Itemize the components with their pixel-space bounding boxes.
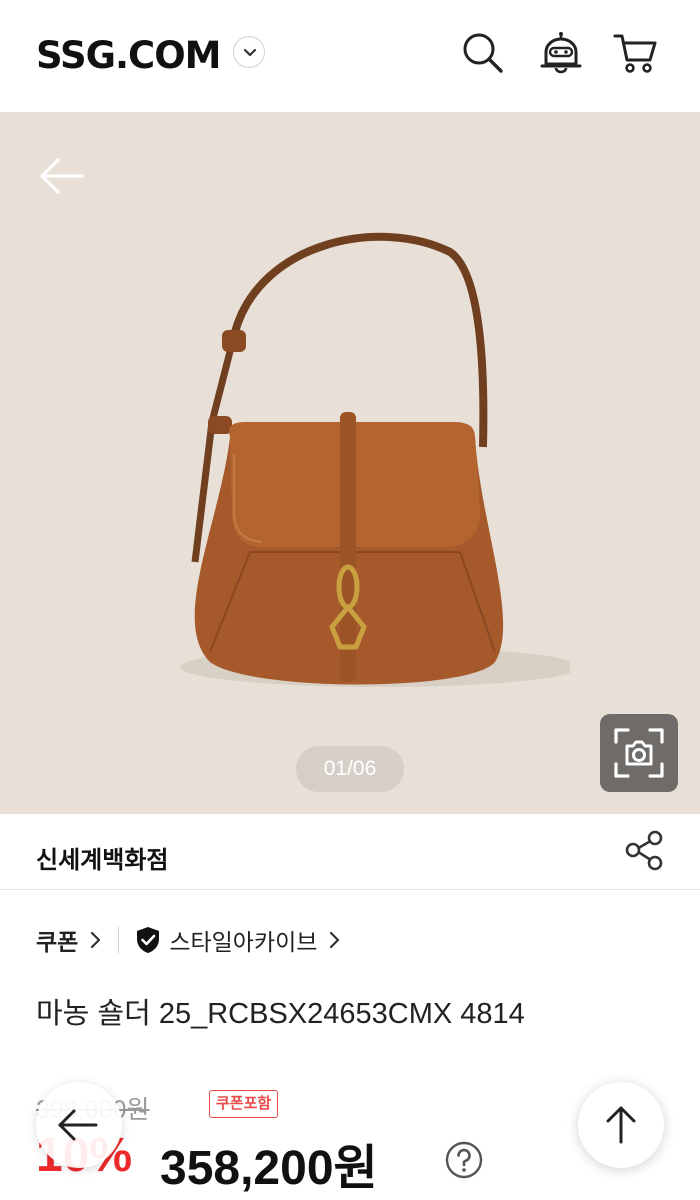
mall-switch-button[interactable]	[233, 36, 265, 68]
product-image	[180, 232, 570, 687]
divider	[118, 927, 120, 953]
chevron-down-icon	[243, 48, 257, 57]
image-page-indicator: 01/06	[296, 746, 404, 792]
chatbot-icon[interactable]	[538, 30, 584, 76]
share-icon[interactable]	[622, 828, 666, 872]
scroll-to-top-button[interactable]	[578, 1082, 664, 1168]
floating-back-button[interactable]	[36, 1082, 122, 1168]
ssg-logo[interactable]: SSG.COM	[36, 34, 221, 77]
shield-check-icon	[137, 927, 160, 953]
arrow-up-icon	[606, 1106, 636, 1144]
search-icon[interactable]	[460, 30, 506, 76]
product-title: 마농 숄더 25_RCBSX24653CMX 4814	[36, 998, 525, 1030]
coupon-included-badge: 쿠폰포함	[209, 1090, 279, 1118]
cart-icon[interactable]	[612, 30, 658, 76]
store-name[interactable]: 신세계백화점	[36, 840, 168, 875]
chevron-right-icon	[91, 931, 101, 949]
coupon-link[interactable]: 쿠폰	[36, 923, 78, 957]
store-row: 신세계백화점	[0, 814, 700, 890]
app-header: SSG.COM	[0, 0, 700, 112]
back-arrow-icon[interactable]	[36, 156, 86, 196]
image-search-button[interactable]	[600, 714, 678, 792]
sale-price: 358,200원	[160, 1142, 378, 1195]
chevron-right-icon	[330, 931, 340, 949]
image-search-icon	[614, 728, 664, 778]
product-image-gallery[interactable]: 01/06	[0, 112, 700, 814]
brand-link[interactable]: 스타일아카이브	[169, 923, 317, 957]
help-icon[interactable]	[444, 1140, 484, 1180]
product-meta-row: 쿠폰 스타일아카이브	[36, 922, 343, 958]
back-arrow-icon	[58, 1109, 98, 1141]
